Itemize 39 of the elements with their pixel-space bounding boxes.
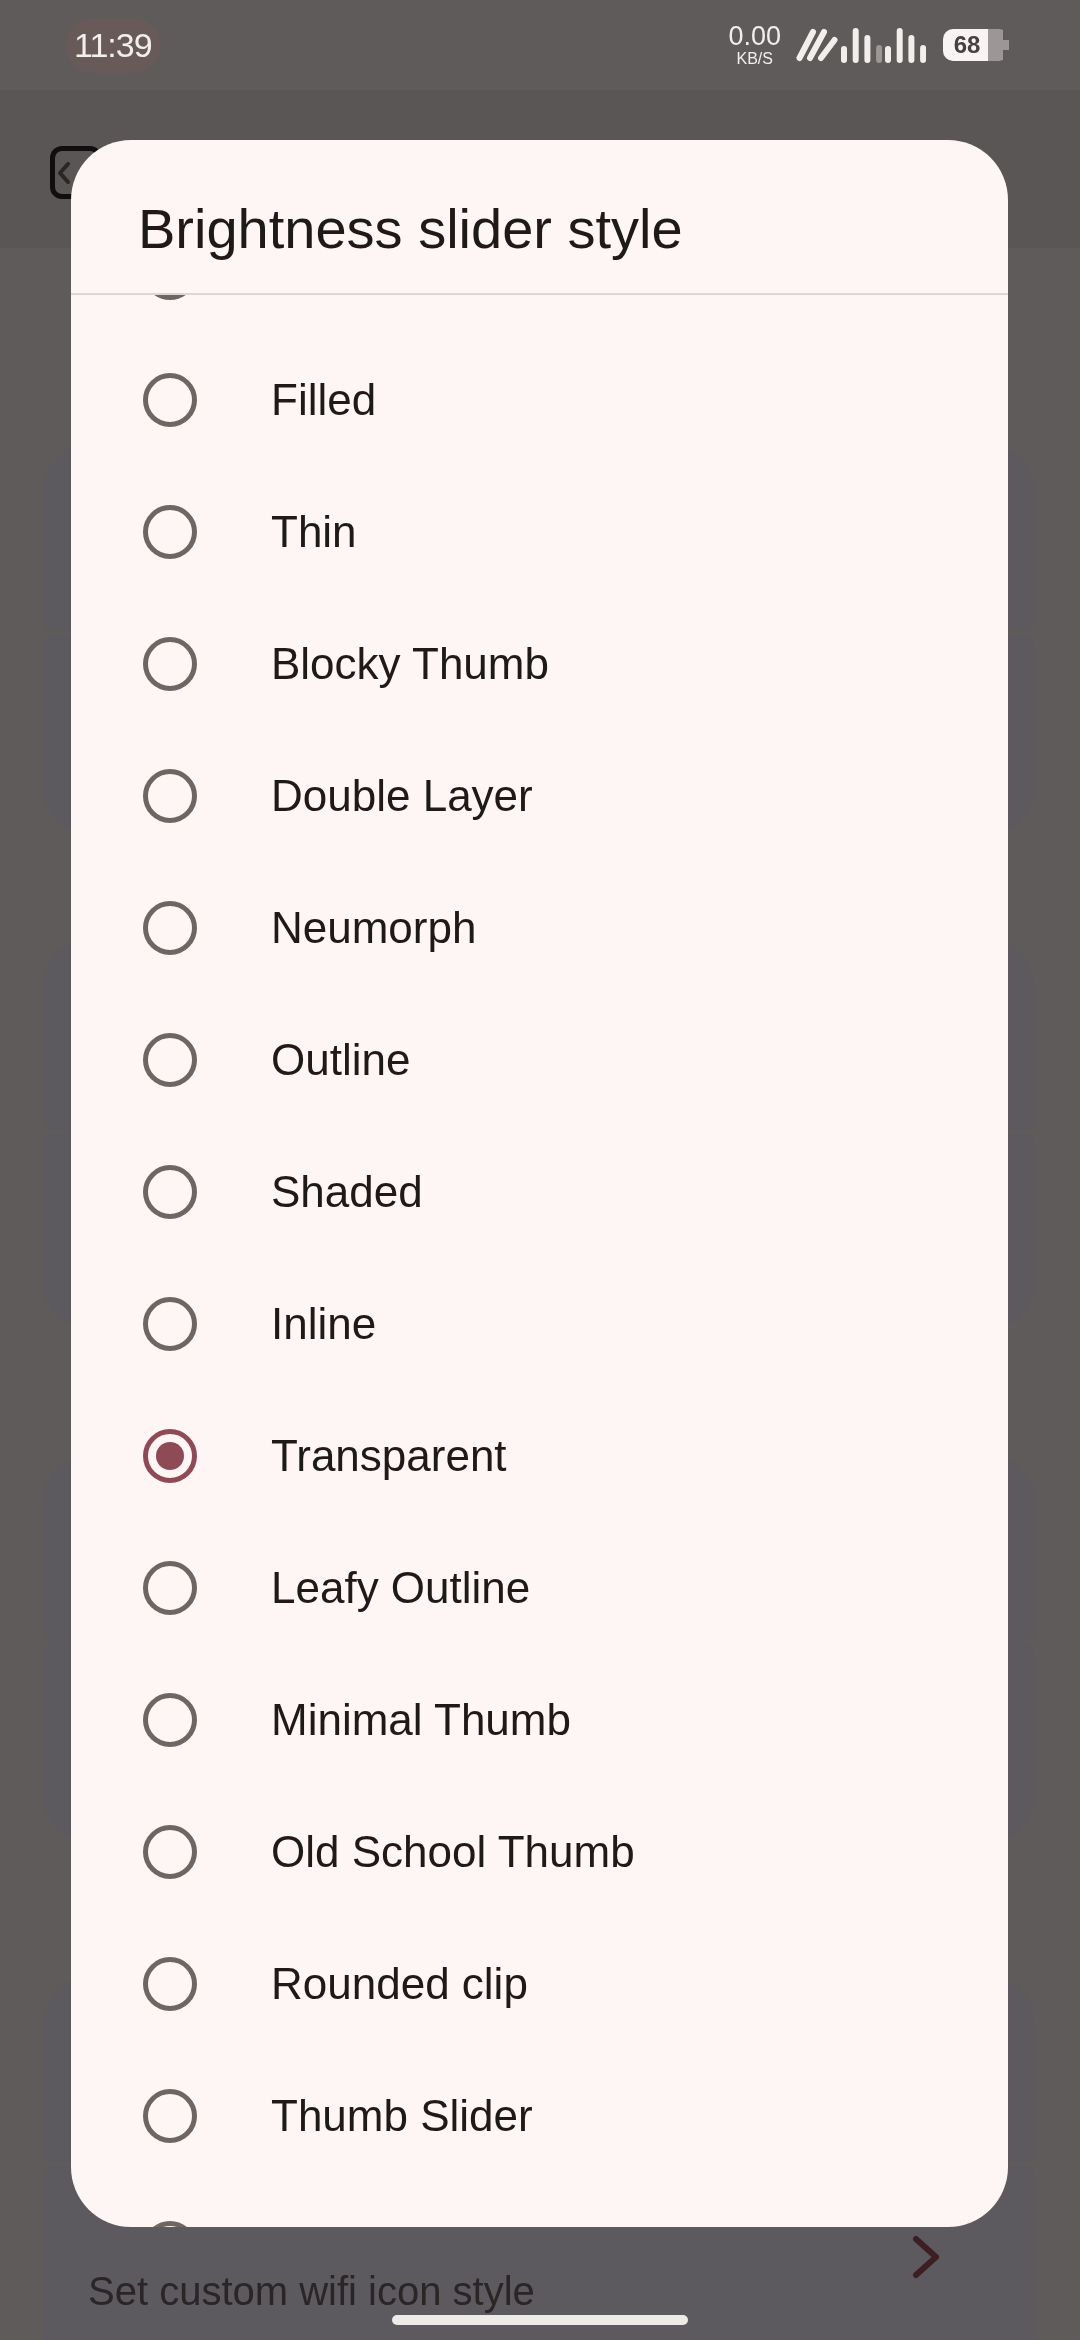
option-label[interactable]: Filled bbox=[271, 374, 377, 426]
option-label[interactable]: Thin bbox=[271, 506, 357, 558]
radio-button[interactable] bbox=[143, 637, 197, 691]
option-label[interactable]: Outline bbox=[271, 1034, 411, 1086]
option-label[interactable]: Old School Thumb bbox=[271, 1826, 635, 1878]
radio-button[interactable] bbox=[143, 901, 197, 955]
radio-button[interactable] bbox=[143, 1561, 197, 1615]
radio-button[interactable] bbox=[143, 1693, 197, 1747]
radio-button[interactable] bbox=[143, 1825, 197, 1879]
radio-button[interactable] bbox=[143, 1957, 197, 2011]
network-speed-value: 0.00 bbox=[728, 22, 781, 50]
dialog-title: Brightness slider style bbox=[138, 196, 683, 262]
slash-marks-icon bbox=[796, 28, 838, 62]
radio-button[interactable] bbox=[143, 1165, 197, 1219]
option-label[interactable]: Rounded clip bbox=[271, 1958, 528, 2010]
card-subtitle: Set custom wifi icon style bbox=[88, 2269, 535, 2313]
clock-time: 11:39 bbox=[65, 17, 161, 73]
option-label[interactable]: Inline bbox=[271, 1298, 377, 1350]
radio-button[interactable] bbox=[143, 1297, 197, 1351]
radio-button[interactable] bbox=[143, 505, 197, 559]
signal-bars-icon bbox=[885, 27, 926, 63]
option-label[interactable]: Shaded bbox=[271, 1166, 423, 1218]
signal-bars-icon bbox=[841, 27, 882, 63]
option-label[interactable]: Blocky Thumb bbox=[271, 638, 549, 690]
option-label[interactable]: Transparent bbox=[271, 1430, 507, 1482]
radio-button[interactable] bbox=[143, 769, 197, 823]
option-label[interactable]: Leafy Outline bbox=[271, 1562, 531, 1614]
radio-button[interactable] bbox=[143, 1429, 197, 1483]
radio-button[interactable] bbox=[143, 2089, 197, 2143]
chevron-right-icon bbox=[912, 2235, 940, 2279]
option-label[interactable]: Thumb Slider bbox=[271, 2090, 533, 2142]
option-label[interactable]: Minimal Thumb bbox=[271, 1694, 571, 1746]
radio-button[interactable] bbox=[143, 373, 197, 427]
radio-button[interactable] bbox=[143, 1033, 197, 1087]
arrow-left-icon bbox=[58, 161, 70, 184]
option-label[interactable]: Neumorph bbox=[271, 902, 477, 954]
network-speed-unit: KB/S bbox=[736, 49, 773, 68]
battery-indicator: 68 bbox=[943, 29, 1009, 61]
option-label[interactable]: Double Layer bbox=[271, 770, 533, 822]
